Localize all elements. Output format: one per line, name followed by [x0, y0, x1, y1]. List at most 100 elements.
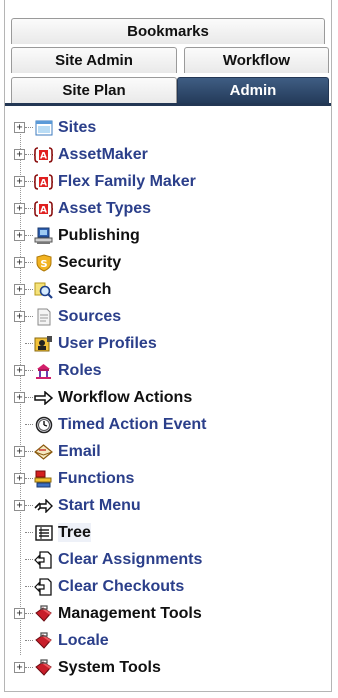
tree-item-clear-checkouts[interactable]: Clear Checkouts — [5, 573, 331, 600]
tree-connector — [25, 532, 33, 533]
arrow-right-icon — [34, 388, 53, 407]
tree-item-publishing[interactable]: + Publishing — [5, 222, 331, 249]
tree-connector — [25, 640, 33, 641]
expand-toggle[interactable]: + — [14, 311, 25, 322]
tree-item-security[interactable]: + S Security — [5, 249, 331, 276]
svg-text:S: S — [40, 259, 47, 270]
tree-item-label: Clear Checkouts — [58, 578, 185, 595]
tree-connector — [25, 424, 33, 425]
start-menu-arrow-icon — [34, 496, 53, 515]
tab-bookmarks[interactable]: Bookmarks — [11, 18, 325, 44]
tree-connector — [25, 316, 33, 317]
tree-connector — [25, 235, 33, 236]
asset-brackets-icon: A — [34, 172, 53, 191]
tree-connector — [25, 397, 33, 398]
tree-connector — [25, 451, 33, 452]
tree-item-clear-assignments[interactable]: Clear Assignments — [5, 546, 331, 573]
tab-site-admin[interactable]: Site Admin — [11, 47, 177, 73]
tree-connector — [25, 586, 33, 587]
tree-item-label: Roles — [58, 362, 102, 379]
expand-toggle[interactable]: + — [14, 230, 25, 241]
tree-item-timed-action-event[interactable]: Timed Action Event — [5, 411, 331, 438]
tree-item-label: Flex Family Maker — [58, 173, 196, 190]
expand-toggle[interactable]: + — [14, 473, 25, 484]
clear-document-icon — [34, 550, 53, 569]
tree-item-sites[interactable]: + Sites — [5, 114, 331, 141]
tree-connector — [25, 613, 33, 614]
expand-toggle[interactable]: + — [14, 392, 25, 403]
functions-icon — [34, 469, 53, 488]
tab-admin[interactable]: Admin — [177, 77, 329, 103]
tree-item-label: Email — [58, 443, 101, 460]
tree-item-label: Workflow Actions — [58, 389, 193, 406]
tree-item-label: Management Tools — [58, 605, 202, 622]
document-icon — [34, 307, 53, 326]
tree-item-label: Locale — [58, 632, 109, 649]
toolbox-icon — [34, 658, 53, 677]
svg-text:A: A — [40, 205, 47, 215]
tree-item-label: Tree — [58, 523, 91, 542]
expand-toggle[interactable]: + — [14, 176, 25, 187]
clock-icon — [34, 415, 53, 434]
expand-toggle[interactable]: + — [14, 365, 25, 376]
tab-workflow-label: Workflow — [222, 52, 291, 69]
window-icon — [34, 118, 53, 137]
tree-item-roles[interactable]: + Roles — [5, 357, 331, 384]
tree-item-asset-types[interactable]: + A Asset Types — [5, 195, 331, 222]
tree-item-system-tools[interactable]: + System Tools — [5, 654, 331, 681]
tab-workflow[interactable]: Workflow — [184, 47, 329, 73]
tree-list-icon — [34, 523, 53, 542]
asset-brackets-icon: A — [34, 145, 53, 164]
admin-panel: Bookmarks Site Admin Workflow Site Plan … — [4, 0, 332, 692]
clear-document-icon — [34, 577, 53, 596]
tree-connector — [25, 343, 33, 344]
expand-toggle[interactable]: + — [14, 122, 25, 133]
expand-toggle[interactable]: + — [14, 608, 25, 619]
expand-toggle[interactable]: + — [14, 284, 25, 295]
tree-item-flex-family-maker[interactable]: + A Flex Family Maker — [5, 168, 331, 195]
tree-item-label: Sources — [58, 308, 122, 325]
search-icon — [34, 280, 53, 299]
tree-item-locale[interactable]: Locale — [5, 627, 331, 654]
expand-toggle[interactable]: + — [14, 149, 25, 160]
tree-item-label: Start Menu — [58, 497, 141, 514]
tree-connector — [25, 289, 33, 290]
tree-connector — [25, 505, 33, 506]
tree-item-functions[interactable]: + Functions — [5, 465, 331, 492]
svg-text:A: A — [40, 151, 47, 161]
tree-item-tree[interactable]: Tree — [5, 519, 331, 546]
expand-toggle[interactable]: + — [14, 662, 25, 673]
expand-toggle[interactable]: + — [14, 203, 25, 214]
expand-toggle[interactable]: + — [14, 500, 25, 511]
tree-item-management-tools[interactable]: + Management Tools — [5, 600, 331, 627]
tree-item-label: System Tools — [58, 659, 161, 676]
tree-connector — [25, 370, 33, 371]
tree-connector — [25, 559, 33, 560]
shield-icon: S — [34, 253, 53, 272]
tree-connector — [25, 478, 33, 479]
tree-item-start-menu[interactable]: + Start Menu — [5, 492, 331, 519]
tree-item-user-profiles[interactable]: User Profiles — [5, 330, 331, 357]
tree-item-search[interactable]: + Search — [5, 276, 331, 303]
asset-brackets-icon: A — [34, 199, 53, 218]
tree-item-label: Publishing — [58, 227, 140, 244]
tabs-underline — [5, 103, 331, 106]
tree-connector — [25, 154, 33, 155]
tab-site-admin-label: Site Admin — [55, 52, 133, 69]
tree-item-email[interactable]: + Email — [5, 438, 331, 465]
user-profile-icon — [34, 334, 53, 353]
expand-toggle[interactable]: + — [14, 257, 25, 268]
tree-item-label: Asset Types — [58, 200, 152, 217]
tab-site-plan-label: Site Plan — [62, 82, 126, 99]
email-icon — [34, 442, 53, 461]
tab-site-plan[interactable]: Site Plan — [11, 77, 177, 103]
expand-toggle[interactable]: + — [14, 446, 25, 457]
roles-icon — [34, 361, 53, 380]
tree-item-label: User Profiles — [58, 335, 157, 352]
tree-item-workflow-actions[interactable]: + Workflow Actions — [5, 384, 331, 411]
tree-connector — [25, 208, 33, 209]
tree-item-sources[interactable]: + Sources — [5, 303, 331, 330]
tree-item-label: Search — [58, 281, 112, 298]
tree-item-assetmaker[interactable]: + A AssetMaker — [5, 141, 331, 168]
tree-connector — [25, 667, 33, 668]
